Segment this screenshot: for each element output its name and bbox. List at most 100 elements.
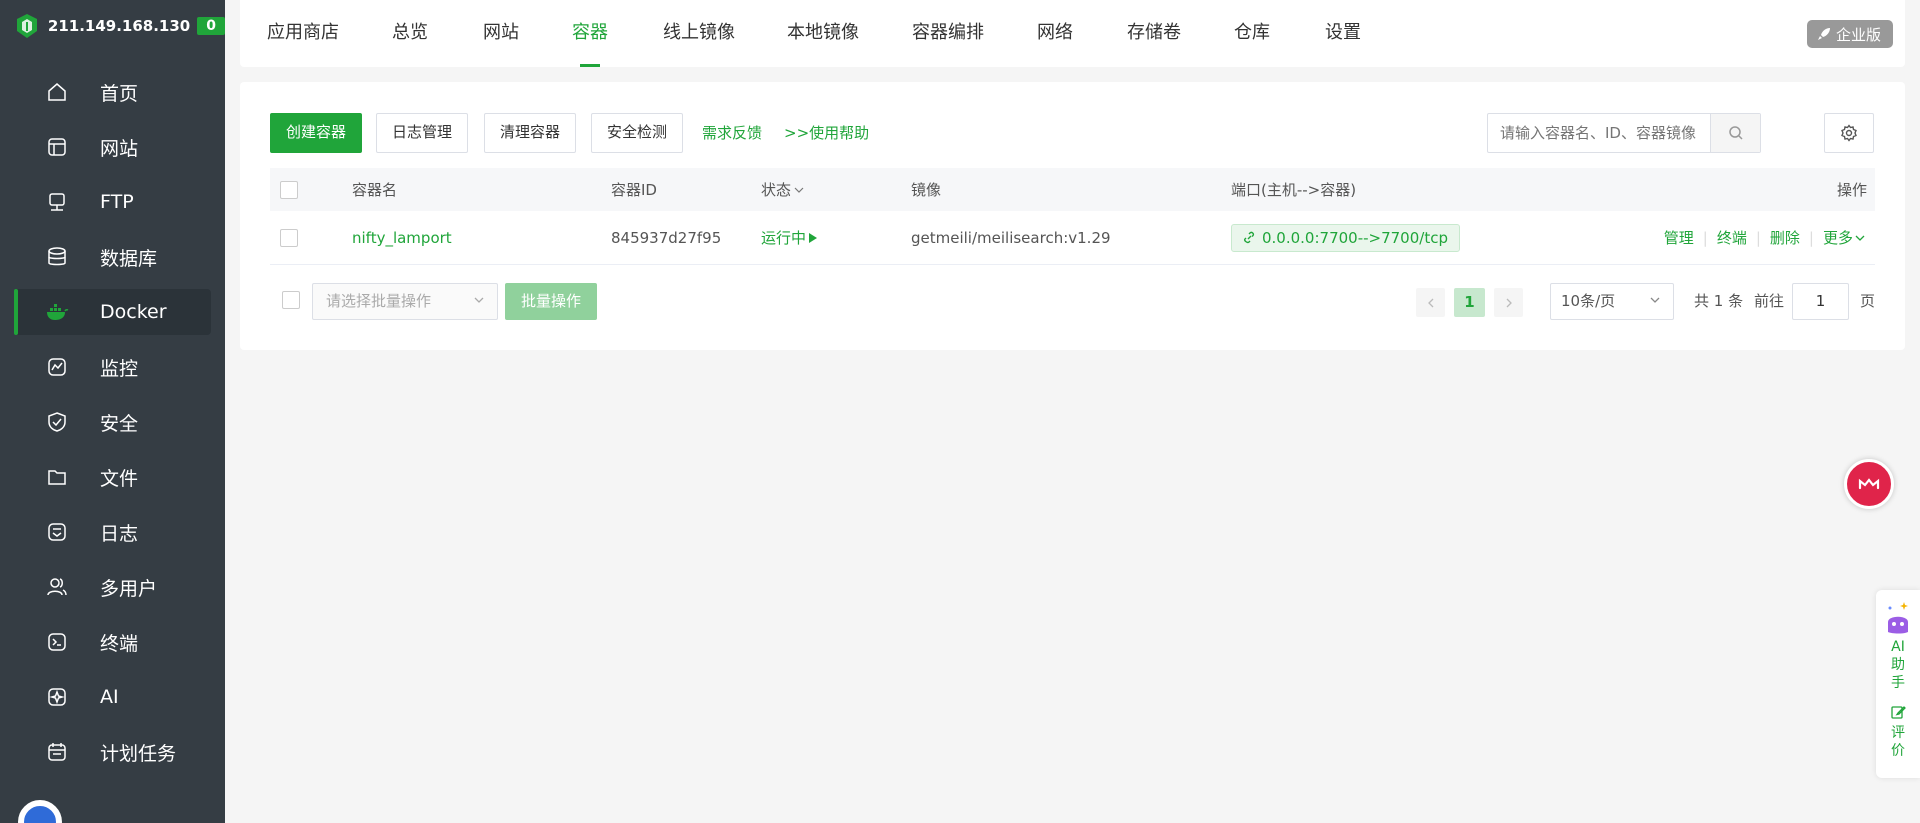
tab-network[interactable]: 网络 <box>1037 0 1073 67</box>
sidebar-item-ai[interactable]: AI <box>14 674 211 720</box>
sidebar-item-label: 计划任务 <box>100 742 177 765</box>
message-badge[interactable]: 0 <box>197 17 225 35</box>
tab-container[interactable]: 容器 <box>572 0 608 67</box>
sidebar-item-database[interactable]: 数据库 <box>14 234 211 280</box>
sidebar-item-label: 日志 <box>100 522 139 545</box>
clean-container-button[interactable]: 清理容器 <box>484 113 577 153</box>
header-ops: 操作 <box>1836 181 1867 199</box>
enterprise-button[interactable]: 企业版 <box>1806 20 1893 48</box>
help-link[interactable]: >>使用帮助 <box>784 113 869 153</box>
sidebar-header: 211.149.168.130 0 <box>0 0 225 52</box>
checkbox[interactable] <box>280 180 298 199</box>
search-input[interactable] <box>1488 114 1710 152</box>
container-panel: 创建容器 日志管理 清理容器 安全检测 需求反馈 >>使用帮助 容器名 容器ID… <box>240 82 1905 350</box>
page-suffix: 页 <box>1860 292 1876 310</box>
current-page[interactable]: 1 <box>1454 288 1485 317</box>
security-check-button[interactable]: 安全检测 <box>591 113 684 153</box>
divider: | <box>1808 228 1814 247</box>
container-status[interactable]: 运行中 <box>761 211 818 264</box>
ai-assistant-panel: AI助手 评价 <box>1876 590 1920 778</box>
container-id: 845937d27f95 <box>611 228 722 247</box>
edit-icon[interactable] <box>1890 704 1906 720</box>
server-ip[interactable]: 211.149.168.130 <box>48 17 190 35</box>
sidebar-item-label: 安全 <box>100 412 139 435</box>
ai-assistant-icon[interactable] <box>1884 600 1912 638</box>
divider: | <box>1755 228 1761 247</box>
sidebar-item-users[interactable]: 多用户 <box>14 564 211 610</box>
gear-icon <box>1840 124 1858 142</box>
select-all-checkbox[interactable] <box>280 168 298 211</box>
more-label: 更多 <box>1822 229 1853 247</box>
container-image: getmeili/meilisearch:v1.29 <box>911 228 1111 247</box>
sidebar-item-label: 文件 <box>100 467 139 490</box>
settings-button[interactable] <box>1824 113 1874 153</box>
monitor-icon <box>45 355 69 379</box>
website-icon <box>45 135 69 159</box>
tab-settings[interactable]: 设置 <box>1325 0 1361 67</box>
next-page-button[interactable] <box>1494 288 1523 317</box>
tab-registry[interactable]: 仓库 <box>1234 0 1270 67</box>
tab-website[interactable]: 网站 <box>483 0 519 67</box>
link-icon <box>1243 231 1256 244</box>
tab-online-image[interactable]: 线上镜像 <box>663 0 735 67</box>
create-container-button[interactable]: 创建容器 <box>270 113 363 153</box>
batch-operation-button[interactable]: 批量操作 <box>505 283 597 320</box>
logo-icon <box>14 12 40 40</box>
floating-service-button[interactable] <box>1844 459 1894 509</box>
table-header: 容器名 容器ID 状态 镜像 端口(主机-->容器) 操作 <box>270 168 1875 211</box>
feedback-link[interactable]: 需求反馈 <box>702 113 762 153</box>
row-checkbox[interactable] <box>280 211 298 264</box>
sidebar-item-security[interactable]: 安全 <box>14 399 211 445</box>
batch-operation-select[interactable]: 请选择批量操作 <box>312 283 498 320</box>
sidebar-item-label: 多用户 <box>100 577 158 600</box>
sidebar-item-home[interactable]: 首页 <box>14 69 211 115</box>
ftp-icon <box>45 190 69 214</box>
sidebar-item-terminal[interactable]: 终端 <box>14 619 211 665</box>
sidebar-item-monitor[interactable]: 监控 <box>14 344 211 390</box>
sidebar-item-files[interactable]: 文件 <box>14 454 211 500</box>
sidebar-item-docker[interactable]: Docker <box>14 289 211 335</box>
sidebar-item-logs[interactable]: 日志 <box>14 509 211 555</box>
terminal-link[interactable]: 终端 <box>1717 227 1747 248</box>
sidebar-item-label: 终端 <box>100 632 139 655</box>
sidebar-item-ftp[interactable]: FTP <box>14 179 211 225</box>
goto-label: 前往 <box>1754 292 1785 310</box>
page-size-select[interactable]: 10条/页 <box>1550 283 1674 320</box>
search-icon[interactable] <box>1710 114 1760 152</box>
port-tag[interactable]: 0.0.0.0:7700-->7700/tcp <box>1231 223 1460 252</box>
goto-page-input[interactable]: 1 <box>1792 283 1849 320</box>
ai-assistant-label[interactable]: AI助手 <box>1890 638 1906 692</box>
batch-select-placeholder: 请选择批量操作 <box>326 292 432 310</box>
sidebar-item-label: 数据库 <box>100 247 158 270</box>
log-icon <box>45 520 69 544</box>
checkbox[interactable] <box>280 228 298 247</box>
log-manage-button[interactable]: 日志管理 <box>376 113 469 153</box>
batch-select-checkbox[interactable] <box>282 291 300 309</box>
prev-page-button[interactable] <box>1416 288 1445 317</box>
status-label: 运行中 <box>761 229 807 247</box>
row-ops: 管理 | 终端 | 删除 | 更多 <box>1664 211 1865 264</box>
rocket-icon <box>1817 27 1831 41</box>
sidebar-item-website[interactable]: 网站 <box>14 124 211 170</box>
tab-volume[interactable]: 存储卷 <box>1127 0 1181 67</box>
header-status[interactable]: 状态 <box>761 168 804 211</box>
sidebar-item-label: Docker <box>100 301 167 323</box>
container-name-link[interactable]: nifty_lamport <box>352 211 452 264</box>
chevron-down-icon <box>794 185 804 195</box>
tab-local-image[interactable]: 本地镜像 <box>787 0 859 67</box>
manage-link[interactable]: 管理 <box>1664 227 1694 248</box>
more-link[interactable]: 更多 <box>1823 227 1865 248</box>
top-nav: 应用商店 总览 网站 容器 线上镜像 本地镜像 容器编排 网络 存储卷 仓库 设… <box>240 0 1905 67</box>
sidebar-item-cron[interactable]: 计划任务 <box>14 729 211 775</box>
header-name: 容器名 <box>352 181 398 199</box>
tab-compose[interactable]: 容器编排 <box>912 0 984 67</box>
tab-overview[interactable]: 总览 <box>392 0 428 67</box>
rate-label[interactable]: 评价 <box>1890 724 1906 760</box>
tab-app-store[interactable]: 应用商店 <box>267 0 339 67</box>
sidebar: 211.149.168.130 0 首页 网站 FTP 数据库 Docker 监… <box>0 0 225 823</box>
user-avatar[interactable] <box>18 800 62 823</box>
terminal-icon <box>45 630 69 654</box>
users-icon <box>45 575 69 599</box>
delete-link[interactable]: 删除 <box>1770 227 1800 248</box>
total-count: 共 1 条 <box>1694 292 1744 310</box>
